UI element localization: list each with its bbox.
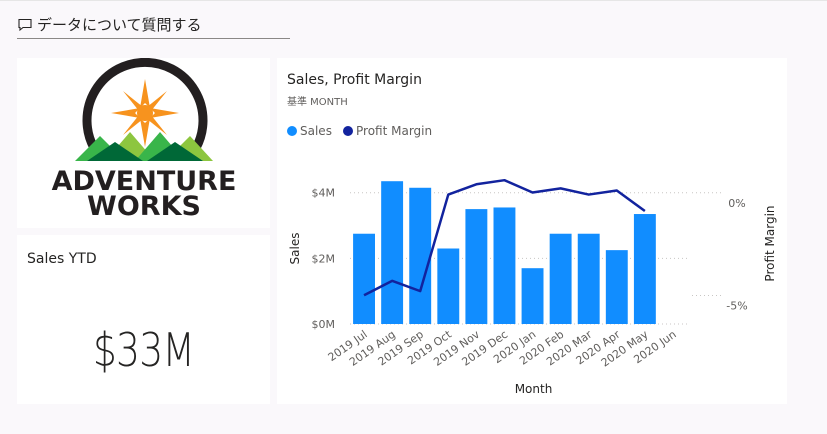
sales-ytd-card[interactable]: Sales YTD $33M xyxy=(17,235,270,404)
adventure-works-logo: ADVENTURE WORKS xyxy=(52,57,236,222)
bar-sales xyxy=(521,268,544,324)
qa-label: データについて質問する xyxy=(37,15,202,34)
bar-sales xyxy=(437,248,460,324)
card-value: $33M xyxy=(92,323,195,377)
bar-sales xyxy=(605,250,628,324)
legend-marker xyxy=(287,126,297,136)
y2-axis-title: Profit Margin xyxy=(763,205,777,281)
y2-tick-label: 0% xyxy=(728,197,745,210)
top-divider xyxy=(0,0,827,1)
y-tick-label: $0M xyxy=(312,318,336,331)
logo-line2: WORKS xyxy=(87,191,201,222)
x-axis-title: Month xyxy=(515,382,553,396)
card-title: Sales YTD xyxy=(27,251,97,267)
bar-sales xyxy=(465,209,488,324)
y-axis-title: Sales xyxy=(288,233,302,265)
logo-card: ADVENTURE WORKS xyxy=(17,57,270,228)
sales-profit-chart[interactable]: Sales, Profit Margin 基準 MONTH Sales Profi… xyxy=(277,58,787,404)
bar-sales xyxy=(493,207,516,324)
bar-sales xyxy=(353,233,375,324)
bar-sales xyxy=(381,181,404,324)
y-tick-label: $2M xyxy=(312,252,336,265)
legend-label: Profit Margin xyxy=(356,124,432,138)
y-tick-label: $4M xyxy=(312,187,336,200)
bar-sales xyxy=(577,233,600,324)
bar-sales xyxy=(633,214,656,324)
legend-label: Sales xyxy=(300,124,332,138)
legend-marker xyxy=(343,126,353,136)
qa-button[interactable]: データについて質問する xyxy=(17,10,290,39)
bar-sales xyxy=(409,187,432,324)
bar-sales xyxy=(549,233,572,324)
chart-canvas: Sales Profit Margin$0M$2M$4M0%-5%2019 Jul… xyxy=(287,124,777,396)
speech-bubble-icon xyxy=(18,18,32,32)
y2-tick-label: -5% xyxy=(726,300,747,313)
